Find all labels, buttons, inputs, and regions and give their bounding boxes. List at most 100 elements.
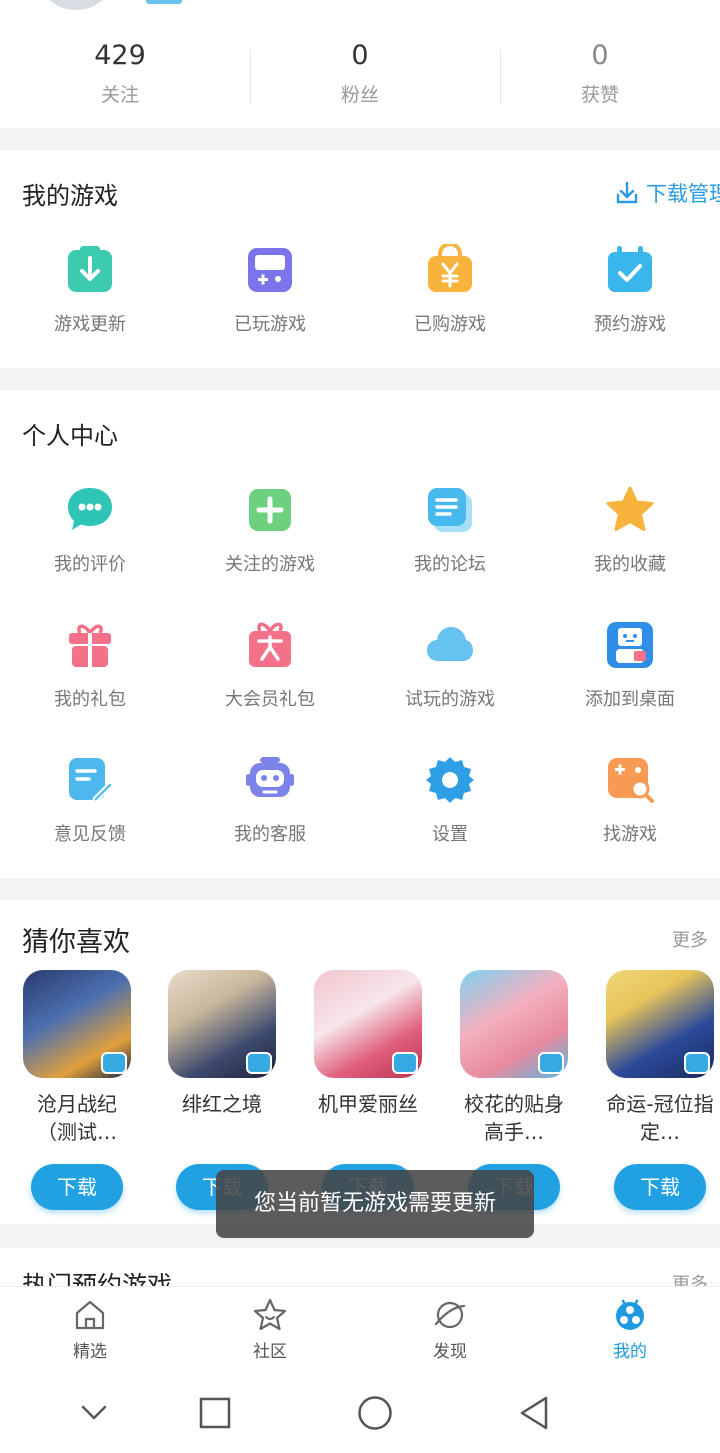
system-navigation-bar xyxy=(0,1376,720,1453)
item-label: 添加到桌面 xyxy=(585,689,675,710)
game-name: 命运-冠位指定… xyxy=(606,1092,714,1144)
item-label: 大会员礼包 xyxy=(225,689,315,710)
reserved-games-item[interactable]: 预约游戏 xyxy=(540,244,720,336)
followed-games-item[interactable]: 关注的游戏 xyxy=(180,484,360,576)
my-favorites-item[interactable]: 我的收藏 xyxy=(540,484,720,576)
tab-label: 发现 xyxy=(433,1342,467,1362)
vip-gift-icon xyxy=(249,622,291,667)
stat-value: 429 xyxy=(94,40,146,71)
section-title: 猜你喜欢 xyxy=(22,927,130,958)
download-manage-link[interactable]: 下载管理 xyxy=(614,178,720,208)
toast-message: 您当前暂无游戏需要更新 xyxy=(216,1170,534,1238)
forum-icon xyxy=(428,488,472,532)
game-name: 机甲爱丽丝 xyxy=(318,1092,418,1116)
customer-service-item[interactable]: 我的客服 xyxy=(180,754,360,846)
game-cover-image[interactable] xyxy=(460,970,568,1078)
stat-label: 粉丝 xyxy=(340,84,379,106)
stat-fans[interactable]: 0 粉丝 xyxy=(240,36,480,116)
home-icon xyxy=(75,1300,105,1330)
bilibili-badge-icon xyxy=(246,1052,272,1074)
game-cover-image[interactable] xyxy=(168,970,276,1078)
bilibili-me-icon xyxy=(616,1299,644,1330)
search-game-icon xyxy=(608,758,654,803)
my-reviews-item[interactable]: 我的评价 xyxy=(0,484,180,576)
avatar[interactable] xyxy=(36,0,116,10)
stat-label: 关注 xyxy=(100,84,139,106)
bilibili-badge-icon xyxy=(392,1052,418,1074)
download-button[interactable]: 下载 xyxy=(31,1164,123,1210)
level-badge xyxy=(146,0,182,4)
item-label: 意见反馈 xyxy=(54,824,126,845)
my-forum-item[interactable]: 我的论坛 xyxy=(360,484,540,576)
chevron-down-icon[interactable] xyxy=(78,1396,110,1428)
stat-likes[interactable]: 0 获赞 xyxy=(480,36,720,116)
feedback-item[interactable]: 意见反馈 xyxy=(0,754,180,846)
item-label: 试玩的游戏 xyxy=(405,689,495,710)
tab-label: 我的 xyxy=(613,1342,647,1362)
item-label: 设置 xyxy=(432,824,468,845)
bottom-tab-bar: 精选 社区 发现 我的 xyxy=(0,1286,720,1376)
profile-header: 429 关注 0 粉丝 0 获赞 xyxy=(0,0,720,128)
tab-me[interactable]: 我的 xyxy=(540,1287,720,1376)
purchased-games-item[interactable]: 已购游戏 xyxy=(360,244,540,336)
personal-grid-row-2: 我的礼包 大会员礼包 试玩的游戏 添加到桌面 xyxy=(0,619,720,711)
vip-gifts-item[interactable]: 大会员礼包 xyxy=(180,619,360,711)
bilibili-badge-icon xyxy=(538,1052,564,1074)
game-name: 沧月战纪（测试… xyxy=(37,1092,117,1144)
item-label: 已购游戏 xyxy=(414,314,486,335)
personal-grid-row-1: 我的评价 关注的游戏 我的论坛 我的收藏 xyxy=(0,484,720,576)
stat-following[interactable]: 429 关注 xyxy=(0,36,240,116)
divider xyxy=(250,50,251,104)
settings-item[interactable]: 设置 xyxy=(360,754,540,846)
back-triangle-icon[interactable] xyxy=(516,1394,552,1432)
feedback-edit-icon xyxy=(69,758,115,804)
shopping-bag-yen-icon xyxy=(428,244,472,292)
game-update-item[interactable]: 游戏更新 xyxy=(0,244,180,336)
item-label: 我的论坛 xyxy=(414,554,486,575)
robot-icon xyxy=(246,757,294,797)
item-label: 已玩游戏 xyxy=(234,314,306,335)
recents-square-icon[interactable] xyxy=(198,1396,232,1430)
page: 429 关注 0 粉丝 0 获赞 我的游戏 下载管理 游戏更新 已玩游戏 已购游… xyxy=(0,0,720,1453)
played-games-item[interactable]: 已玩游戏 xyxy=(180,244,360,336)
game-cover-image[interactable] xyxy=(23,970,131,1078)
add-to-desktop-item[interactable]: 添加到桌面 xyxy=(540,619,720,711)
bilibili-badge-icon xyxy=(684,1052,710,1074)
download-button[interactable]: 下载 xyxy=(614,1164,706,1210)
item-label: 我的评价 xyxy=(54,554,126,575)
trial-games-item[interactable]: 试玩的游戏 xyxy=(360,619,540,711)
gear-icon xyxy=(426,757,474,803)
item-label: 预约游戏 xyxy=(594,314,666,335)
game-card[interactable]: 命运-冠位指定… 下载 xyxy=(595,970,720,1210)
gift-icon xyxy=(69,624,111,667)
tab-community[interactable]: 社区 xyxy=(180,1287,360,1376)
item-label: 游戏更新 xyxy=(54,314,126,335)
my-gifts-item[interactable]: 我的礼包 xyxy=(0,619,180,711)
personal-center-card: 个人中心 我的评价 关注的游戏 我的论坛 我的收藏 我的礼包 大会员礼包 试玩的… xyxy=(0,390,720,878)
star-icon xyxy=(606,486,654,531)
gamepad-icon xyxy=(248,248,292,292)
game-name: 校花的贴身高手… xyxy=(464,1092,564,1144)
download-manage-label: 下载管理 xyxy=(646,182,720,206)
game-cover-image[interactable] xyxy=(314,970,422,1078)
planet-icon xyxy=(434,1301,466,1329)
star-face-icon xyxy=(253,1298,287,1331)
tab-featured[interactable]: 精选 xyxy=(0,1287,180,1376)
find-games-item[interactable]: 找游戏 xyxy=(540,754,720,846)
item-label: 我的客服 xyxy=(234,824,306,845)
game-update-icon xyxy=(68,246,112,292)
my-games-grid: 游戏更新 已玩游戏 已购游戏 预约游戏 xyxy=(0,244,720,336)
tab-label: 精选 xyxy=(73,1342,107,1362)
more-link[interactable]: 更多 xyxy=(672,926,708,952)
bilibili-badge-icon xyxy=(101,1052,127,1074)
download-icon xyxy=(616,181,638,204)
tab-label: 社区 xyxy=(253,1342,287,1362)
divider xyxy=(500,50,501,104)
item-label: 找游戏 xyxy=(603,824,657,845)
home-circle-icon[interactable] xyxy=(356,1394,394,1432)
game-card[interactable]: 沧月战纪（测试… 下载 xyxy=(12,970,142,1210)
stat-label: 获赞 xyxy=(580,84,619,106)
game-name: 绯红之境 xyxy=(182,1092,262,1116)
tab-discover[interactable]: 发现 xyxy=(360,1287,540,1376)
game-cover-image[interactable] xyxy=(606,970,714,1078)
